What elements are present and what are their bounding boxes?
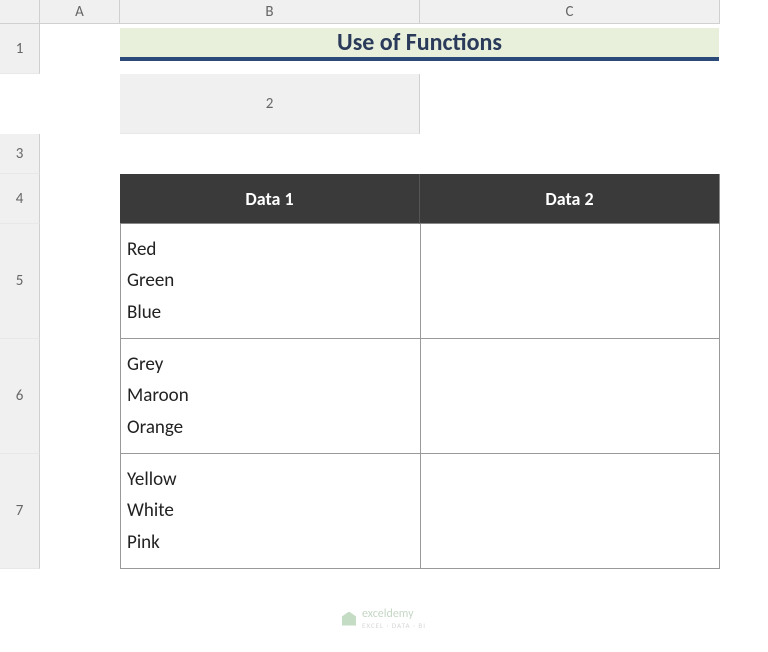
cell-a3[interactable]	[40, 134, 120, 174]
cell-line: Red	[127, 237, 414, 263]
cell-line: Blue	[127, 300, 414, 326]
row-header-1[interactable]: 1	[0, 24, 40, 74]
watermark-icon	[342, 612, 356, 626]
cell-line: Pink	[127, 530, 414, 556]
table-header-data1[interactable]: Data 1	[120, 174, 420, 224]
row-header-6[interactable]: 6	[0, 339, 40, 454]
title-merged-cell[interactable]: Use of Functions	[120, 24, 720, 74]
watermark-text: exceldemy	[362, 607, 414, 621]
page-title: Use of Functions	[120, 28, 719, 61]
cell-b6[interactable]: Grey Maroon Orange	[120, 339, 420, 454]
cell-a1[interactable]	[40, 24, 120, 74]
cell-c3[interactable]	[420, 134, 720, 174]
cell-a7[interactable]	[40, 454, 120, 569]
row-header-2[interactable]: 2	[120, 74, 420, 134]
col-header-b[interactable]: B	[120, 0, 420, 24]
cell-line: Maroon	[127, 383, 414, 409]
cell-a4[interactable]	[40, 174, 120, 224]
cell-b3[interactable]	[120, 134, 420, 174]
cell-b1[interactable]	[0, 74, 40, 134]
cell-c1[interactable]	[40, 74, 120, 134]
cell-line: Orange	[127, 415, 414, 441]
cell-c6[interactable]	[420, 339, 720, 454]
cell-b7[interactable]: Yellow White Pink	[120, 454, 420, 569]
row-header-3[interactable]: 3	[0, 134, 40, 174]
cell-b5[interactable]: Red Green Blue	[120, 224, 420, 339]
row-header-5[interactable]: 5	[0, 224, 40, 339]
col-header-a[interactable]: A	[40, 0, 120, 24]
cell-a6[interactable]	[40, 339, 120, 454]
row-header-4[interactable]: 4	[0, 174, 40, 224]
spreadsheet-grid: A B C 1 2 Use of Functions 3 4 Data 1 Da…	[0, 0, 768, 569]
watermark-sub: EXCEL · DATA · BI	[362, 621, 426, 630]
cell-c5[interactable]	[420, 224, 720, 339]
cell-a5[interactable]	[40, 224, 120, 339]
watermark: exceldemy EXCEL · DATA · BI	[342, 607, 426, 630]
cell-line: Green	[127, 268, 414, 294]
table-header-data2[interactable]: Data 2	[420, 174, 720, 224]
cell-c7[interactable]	[420, 454, 720, 569]
col-header-c[interactable]: C	[420, 0, 720, 24]
cell-a2[interactable]	[420, 74, 720, 134]
row-header-7[interactable]: 7	[0, 454, 40, 569]
select-all-corner[interactable]	[0, 0, 40, 24]
cell-line: Grey	[127, 352, 414, 378]
cell-line: Yellow	[127, 467, 414, 493]
cell-line: White	[127, 498, 414, 524]
